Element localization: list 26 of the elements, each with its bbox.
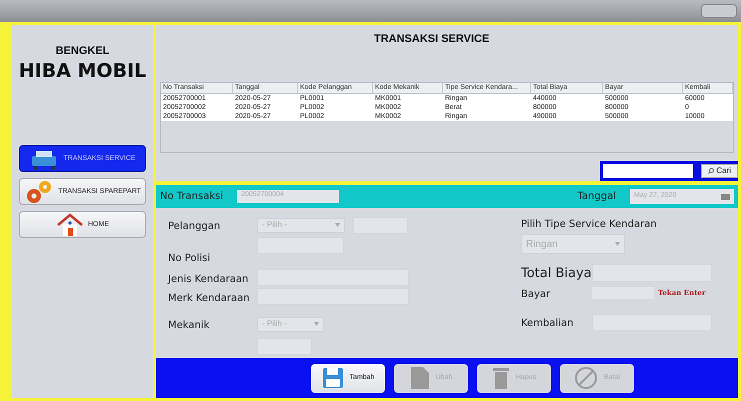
- mekanik-label: Mekanik: [168, 320, 210, 331]
- total-biaya-label: Total Biaya: [521, 266, 592, 281]
- search-button[interactable]: Cari: [701, 164, 738, 178]
- house-icon: [56, 212, 84, 237]
- bayar-label: Bayar: [521, 289, 550, 300]
- trash-icon: [492, 366, 510, 390]
- page-title: TRANSAKSI SERVICE: [374, 32, 490, 47]
- caret-icon: [314, 322, 319, 326]
- subtitle: BENGKEL: [56, 44, 110, 59]
- document-icon: [410, 366, 430, 390]
- tipe-service-label: Pilih Tipe Service Kendaran: [521, 218, 658, 232]
- merk-kendaraan-label: Merk Kendaraan: [168, 292, 250, 304]
- search-field[interactable]: [603, 164, 694, 178]
- pelanggan-label: Pelanggan: [168, 221, 220, 232]
- window-controls[interactable]: [701, 4, 737, 18]
- no-polisi-label: No Polisi: [168, 253, 210, 264]
- app-title: HIBA MOBIL: [18, 60, 146, 84]
- kembalian-label: Kembalian: [521, 318, 574, 329]
- tanggal-label: Tanggal: [577, 190, 616, 204]
- caret-icon: [335, 223, 340, 227]
- search-icon: [708, 168, 714, 174]
- caret-icon: [615, 242, 620, 246]
- calendar-icon: [721, 194, 730, 200]
- jenis-kendaraan-label: Jenis Kendaraan: [168, 274, 248, 284]
- no-transaksi-label: No Transaksi: [160, 190, 224, 204]
- cancel-icon: [574, 366, 598, 390]
